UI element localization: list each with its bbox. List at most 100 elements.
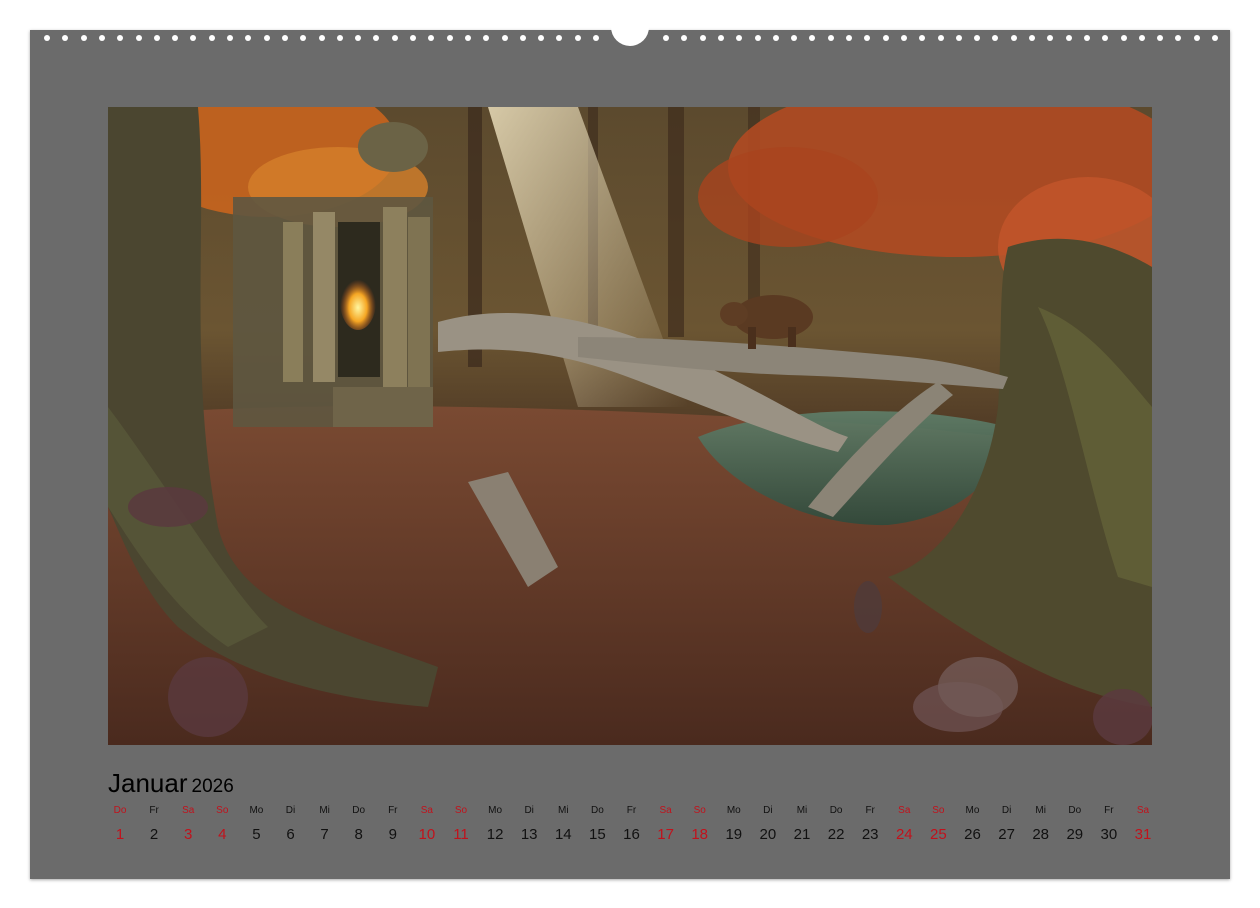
day-number: 5 (252, 826, 261, 843)
binding-hole (864, 35, 871, 41)
month-title: Januar 2026 (108, 768, 234, 802)
weekday-label: So (932, 805, 945, 816)
day-number: 20 (759, 826, 777, 843)
day-cell: Sa 24 (887, 805, 921, 844)
weekday-label: Di (524, 805, 534, 816)
forest-photo (108, 107, 1152, 745)
binding-hole (80, 35, 87, 41)
weekday-label: Mi (558, 805, 569, 816)
weekday-label: Sa (659, 805, 672, 816)
binding-hole (410, 35, 416, 41)
binding-hole (846, 35, 852, 41)
binding-hole (900, 35, 907, 41)
weekday-label: Mi (319, 805, 330, 816)
day-cell: So 25 (921, 805, 955, 844)
binding-hole (227, 35, 233, 41)
weekday-label: Fr (1104, 805, 1114, 816)
day-cell: Mi 14 (546, 805, 580, 844)
weekday-label: Di (285, 805, 296, 816)
weekday-label: Mo (965, 805, 980, 816)
day-cell: Fr 16 (615, 805, 649, 844)
binding-hole (772, 35, 779, 41)
weekday-label: Fr (388, 805, 398, 816)
binding-hole (172, 35, 179, 41)
weekday-label: Do (352, 805, 366, 816)
binding-hole (281, 35, 288, 41)
weekday-label: Mi (1035, 805, 1046, 816)
day-cell: So 4 (205, 805, 239, 844)
day-cell: Di 6 (274, 805, 308, 844)
binding-hole (263, 35, 270, 41)
day-number: 15 (589, 826, 606, 843)
binding-hole (882, 35, 889, 41)
binding-hole (1157, 35, 1164, 41)
day-number: 7 (320, 826, 329, 843)
binding-hole (98, 35, 105, 41)
binding-hole (44, 35, 50, 41)
binding-hole (593, 35, 599, 41)
binding-hole (464, 35, 471, 41)
binding-hole (483, 35, 490, 41)
binding-hole (827, 35, 834, 41)
day-cell: Fr 2 (137, 805, 171, 844)
binding-hole (754, 35, 761, 41)
day-cell: So 11 (444, 805, 478, 844)
day-number: 29 (1066, 826, 1084, 843)
weekday-label: Di (1001, 805, 1012, 816)
day-cell: Do 1 (103, 805, 137, 844)
binding-hole (1193, 35, 1200, 41)
day-cell: Do 15 (580, 805, 614, 844)
day-number: 16 (623, 826, 640, 843)
day-cell: Mi 7 (308, 805, 342, 844)
binding-hole (699, 35, 706, 41)
binding-hole (1047, 35, 1054, 41)
day-number: 24 (895, 826, 913, 843)
day-number: 3 (184, 826, 193, 843)
day-cell: Fr 9 (376, 805, 410, 844)
weekday-label: Mo (488, 805, 503, 816)
day-strip: Do 1 Fr 2 Sa 3 So 4 Mo 5 Di 6 Mi 7 Do 8 Fr 9 Sa 10 So 11 Mo 12 D… (103, 805, 1163, 845)
binding-hole (245, 35, 252, 41)
day-number: 1 (115, 826, 125, 843)
weekday-label: Mo (249, 805, 264, 816)
binding-hole (717, 35, 724, 41)
binding-hole (556, 35, 563, 41)
weekday-label: So (216, 805, 229, 816)
day-cell: Mo 19 (717, 805, 751, 844)
binding-hole (428, 35, 435, 41)
weekday-label: So (693, 805, 706, 816)
day-cell: Fr 30 (1092, 805, 1126, 844)
year-label: 2026 (191, 776, 234, 797)
day-cell: Di 20 (751, 805, 785, 844)
binding-hole (1120, 35, 1127, 41)
weekday-label: Sa (1136, 805, 1150, 816)
weekday-label: Mo (726, 805, 741, 816)
day-cell: Mo 26 (956, 805, 990, 844)
binding-hole (501, 35, 508, 41)
binding-hole (1102, 35, 1109, 41)
day-cell: Fr 23 (853, 805, 887, 844)
day-number: 9 (388, 826, 397, 843)
binding-hole (519, 35, 526, 41)
weekday-label: Fr (626, 805, 637, 816)
binding-hole (208, 35, 215, 41)
weekday-label: Do (1068, 805, 1082, 816)
day-number: 14 (554, 826, 572, 843)
weekday-label: Sa (898, 805, 911, 816)
binding-hole (974, 35, 981, 41)
day-cell: Sa 3 (171, 805, 205, 844)
day-number: 22 (827, 826, 845, 843)
day-number: 4 (218, 826, 227, 843)
binding-hole (1065, 35, 1072, 41)
binding-hole (190, 35, 197, 41)
binding-hole (681, 35, 688, 41)
binding-hole (336, 35, 343, 41)
binding-hole (663, 35, 669, 41)
day-number: 8 (354, 826, 363, 843)
day-cell: Sa 10 (410, 805, 444, 844)
day-number: 13 (520, 826, 538, 843)
spiral-binding (30, 20, 1230, 46)
day-cell: Di 13 (512, 805, 546, 844)
day-cell: Do 22 (819, 805, 853, 844)
day-cell: Sa 31 (1126, 805, 1160, 844)
